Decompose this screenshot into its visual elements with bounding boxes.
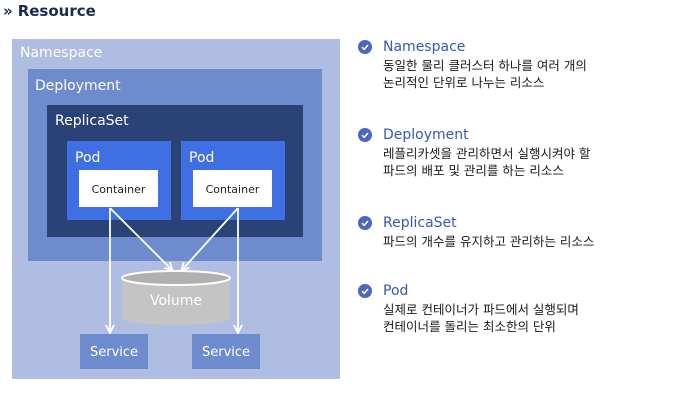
legend-title: Pod xyxy=(383,283,409,299)
volume-label: Volume xyxy=(150,293,202,309)
namespace-label: Namespace xyxy=(20,45,102,61)
replicaset-label: ReplicaSet xyxy=(55,113,129,129)
volume-cylinder: Volume xyxy=(121,270,231,325)
check-circle-icon xyxy=(358,216,372,230)
legend-description: 파드의 개수를 유지하고 관리하는 리소스 xyxy=(383,234,595,249)
container-label-2: Container xyxy=(206,183,260,196)
check-circle-icon xyxy=(358,40,372,54)
legend-item-namespace: Namespace 동일한 물리 클러스터 하나를 여러 개의 논리적인 단위로… xyxy=(358,39,587,91)
legend-title: ReplicaSet xyxy=(383,215,457,231)
legend-description: 실제로 컨테이너가 파드에서 실행되며 컨테이너를 돌리는 최소한의 단위 xyxy=(383,302,579,334)
legend-item-deployment: Deployment 레플리카셋을 관리하면서 실행시켜야 할 파드의 배포 및… xyxy=(358,127,590,179)
container-label-1: Container xyxy=(92,183,146,196)
kubernetes-resource-diagram: Namespace Deployment ReplicaSet Pod Cont… xyxy=(12,39,340,379)
legend-item-replicaset: ReplicaSet 파드의 개수를 유지하고 관리하는 리소스 xyxy=(358,215,594,250)
legend-description: 레플리카셋을 관리하면서 실행시켜야 할 파드의 배포 및 관리를 하는 리소스 xyxy=(383,146,591,178)
legend-title: Namespace xyxy=(383,39,466,55)
legend-title: Deployment xyxy=(383,127,469,143)
service-label-1: Service xyxy=(90,345,138,360)
pod-label-1: Pod xyxy=(75,150,100,166)
deployment-label: Deployment xyxy=(35,78,121,94)
service-label-2: Service xyxy=(202,345,250,360)
legend-description: 동일한 물리 클러스터 하나를 여러 개의 논리적인 단위로 나누는 리소스 xyxy=(383,58,587,90)
legend-item-pod: Pod 실제로 컨테이너가 파드에서 실행되며 컨테이너를 돌리는 최소한의 단… xyxy=(358,283,579,335)
pod-label-2: Pod xyxy=(189,150,214,166)
check-circle-icon xyxy=(358,284,372,298)
check-circle-icon xyxy=(358,128,372,142)
